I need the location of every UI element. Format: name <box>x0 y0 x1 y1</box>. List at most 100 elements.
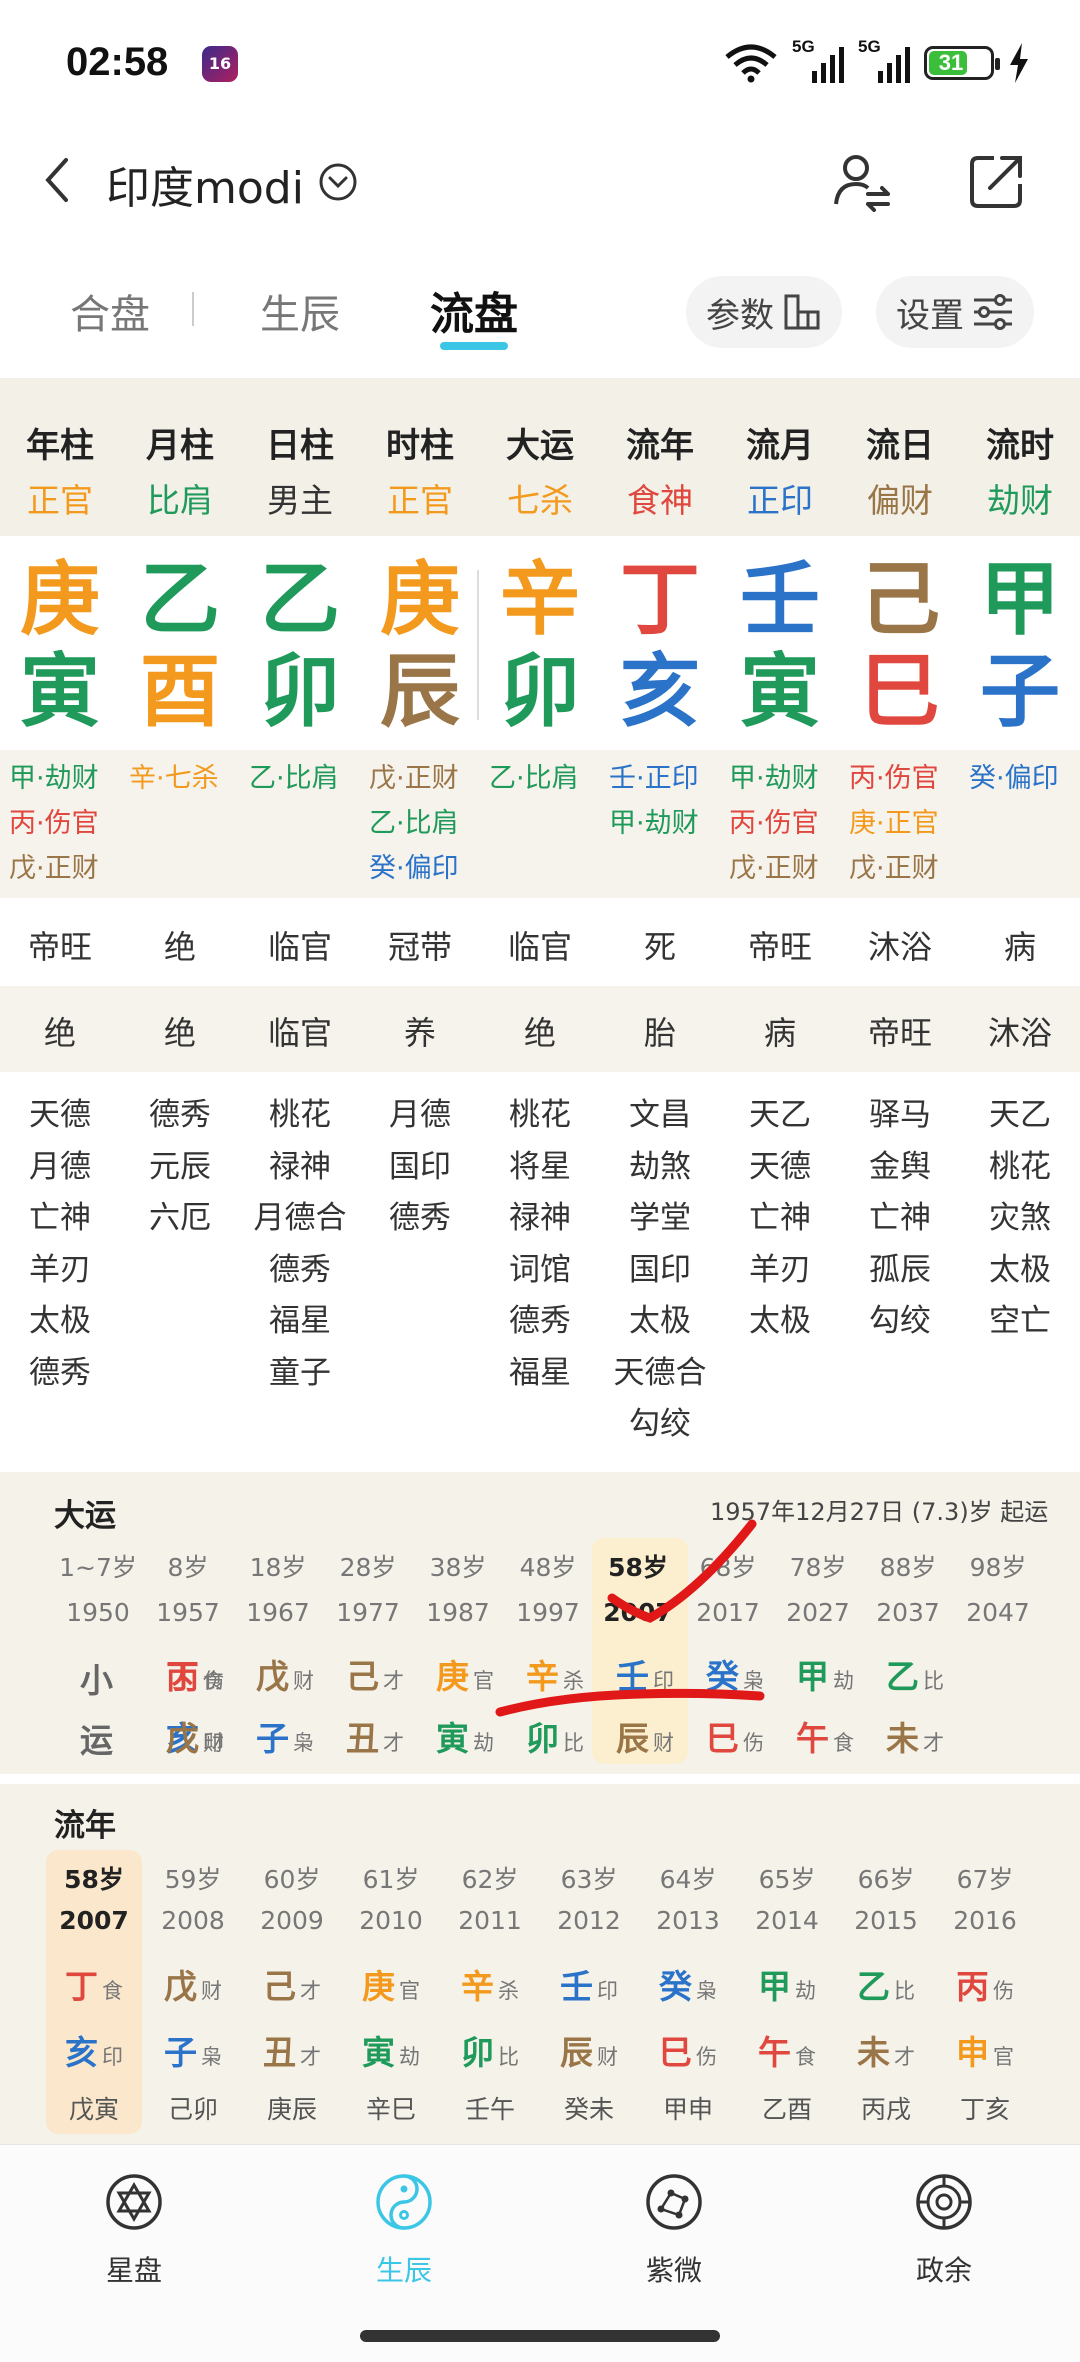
pillar-zhi[interactable]: 子 <box>960 646 1080 738</box>
shensha-item[interactable]: 德秀 <box>240 1245 360 1297</box>
liunian-gan[interactable]: 乙比 <box>840 1960 932 2008</box>
shensha-item[interactable]: 文昌 <box>600 1090 720 1142</box>
shensha-item[interactable]: 元辰 <box>120 1142 240 1194</box>
switch-user-icon[interactable] <box>832 152 892 212</box>
shensha-item[interactable]: 驿马 <box>840 1090 960 1142</box>
chevron-down-icon[interactable] <box>318 162 358 202</box>
liunian-age[interactable]: 63岁 <box>543 1860 635 1896</box>
liunian-zhi[interactable]: 未才 <box>840 2026 932 2074</box>
pillar-name[interactable]: 年柱 <box>0 418 120 467</box>
liunian-zhi[interactable]: 子枭 <box>147 2026 239 2074</box>
home-indicator[interactable] <box>360 2330 720 2342</box>
shensha-item[interactable]: 童子 <box>240 1348 360 1400</box>
tab-hepan[interactable]: 合盘 <box>70 282 150 340</box>
shensha-item[interactable]: 福星 <box>240 1296 360 1348</box>
dayun-item[interactable]: 48岁 1997 <box>503 1548 593 1627</box>
shensha-item[interactable]: 国印 <box>600 1245 720 1297</box>
liunian-age[interactable]: 58岁 <box>48 1860 140 1896</box>
shensha-item[interactable]: 国印 <box>360 1142 480 1194</box>
pillar-gan[interactable]: 甲 <box>960 554 1080 646</box>
pillar-name[interactable]: 时柱 <box>360 418 480 467</box>
liunian-gan[interactable]: 丙伤 <box>939 1960 1031 2008</box>
shensha-item[interactable]: 禄神 <box>240 1142 360 1194</box>
liunian-gan[interactable]: 甲劫 <box>741 1960 833 2008</box>
shensha-item[interactable]: 福星 <box>480 1348 600 1400</box>
shensha-item[interactable]: 桃花 <box>960 1142 1080 1194</box>
liunian-age[interactable]: 65岁 <box>741 1860 833 1896</box>
liunian-age[interactable]: 62岁 <box>444 1860 536 1896</box>
liunian-gan[interactable]: 丁食 <box>48 1960 140 2008</box>
pillar-name[interactable]: 流月 <box>720 418 840 467</box>
shensha-item[interactable]: 桃花 <box>240 1090 360 1142</box>
shensha-item[interactable]: 德秀 <box>120 1090 240 1142</box>
liunian-year[interactable]: 2012 <box>543 1906 635 1935</box>
nav-zhengyu[interactable]: 政余 <box>864 2173 1024 2289</box>
shensha-item[interactable]: 劫煞 <box>600 1142 720 1194</box>
liunian-zhi[interactable]: 丑才 <box>246 2026 338 2074</box>
shensha-item[interactable]: 桃花 <box>480 1090 600 1142</box>
dayun-item[interactable]: 18岁 1967 <box>233 1548 323 1627</box>
liunian-gan[interactable]: 戊财 <box>147 1960 239 2008</box>
nav-shengchen[interactable]: 生辰 <box>324 2173 484 2289</box>
pillar-zhi[interactable]: 寅 <box>0 646 120 738</box>
shensha-item[interactable]: 六厄 <box>120 1193 240 1245</box>
shensha-item[interactable]: 天乙 <box>960 1090 1080 1142</box>
liunian-gan[interactable]: 庚官 <box>345 1960 437 2008</box>
shensha-item[interactable]: 太极 <box>960 1245 1080 1297</box>
pillar-zhi[interactable]: 巳 <box>840 646 960 738</box>
liunian-gan[interactable]: 壬印 <box>543 1960 635 2008</box>
pillar-gan[interactable]: 庚 <box>0 554 120 646</box>
dayun-item[interactable]: 38岁 1987 <box>413 1548 503 1627</box>
liunian-zhi[interactable]: 寅劫 <box>345 2026 437 2074</box>
liunian-age[interactable]: 66岁 <box>840 1860 932 1896</box>
liunian-age[interactable]: 64岁 <box>642 1860 734 1896</box>
shensha-item[interactable]: 德秀 <box>480 1296 600 1348</box>
liunian-gan[interactable]: 辛杀 <box>444 1960 536 2008</box>
params-button[interactable]: 参数 <box>686 276 842 348</box>
pillar-name[interactable]: 大运 <box>480 418 600 467</box>
pillar-name[interactable]: 日柱 <box>240 418 360 467</box>
shensha-item[interactable]: 勾绞 <box>600 1399 720 1451</box>
pillar-gan[interactable]: 丁 <box>600 554 720 646</box>
liunian-zhi[interactable]: 卯比 <box>444 2026 536 2074</box>
dayun-item[interactable]: 98岁 2047 <box>953 1548 1043 1627</box>
nav-ziwei[interactable]: 紫微 <box>594 2173 754 2289</box>
pillar-zhi[interactable]: 寅 <box>720 646 840 738</box>
pillar-zhi[interactable]: 辰 <box>360 646 480 738</box>
pillar-gan[interactable]: 庚 <box>360 554 480 646</box>
pillar-zhi[interactable]: 亥 <box>600 646 720 738</box>
liunian-zhi[interactable]: 亥印 <box>48 2026 140 2074</box>
pillar-gan[interactable]: 壬 <box>720 554 840 646</box>
dayun-item[interactable]: 58岁 2007 <box>593 1548 683 1627</box>
shensha-item[interactable]: 德秀 <box>360 1193 480 1245</box>
shensha-item[interactable]: 太极 <box>600 1296 720 1348</box>
shensha-item[interactable]: 勾绞 <box>840 1296 960 1348</box>
nav-xingpan[interactable]: 星盘 <box>54 2173 214 2289</box>
shensha-item[interactable]: 词馆 <box>480 1245 600 1297</box>
shensha-item[interactable]: 天德 <box>0 1090 120 1142</box>
shensha-item[interactable]: 羊刃 <box>0 1245 120 1297</box>
shensha-item[interactable]: 羊刃 <box>720 1245 840 1297</box>
shensha-item[interactable]: 亡神 <box>0 1193 120 1245</box>
liunian-zhi[interactable]: 巳伤 <box>642 2026 734 2074</box>
liunian-year[interactable]: 2014 <box>741 1906 833 1935</box>
liunian-year[interactable]: 2011 <box>444 1906 536 1935</box>
dayun-item[interactable]: 88岁 2037 <box>863 1548 953 1627</box>
liunian-year[interactable]: 2009 <box>246 1906 338 1935</box>
liunian-gan[interactable]: 己才 <box>246 1960 338 2008</box>
pillar-name[interactable]: 流日 <box>840 418 960 467</box>
liunian-age[interactable]: 61岁 <box>345 1860 437 1896</box>
shensha-item[interactable]: 月德合 <box>240 1193 360 1245</box>
shensha-item[interactable]: 灾煞 <box>960 1193 1080 1245</box>
shensha-item[interactable]: 天德 <box>720 1142 840 1194</box>
shensha-item[interactable]: 学堂 <box>600 1193 720 1245</box>
liunian-year[interactable]: 2013 <box>642 1906 734 1935</box>
share-icon[interactable] <box>968 152 1026 210</box>
shensha-item[interactable]: 太极 <box>720 1296 840 1348</box>
pillar-gan[interactable]: 辛 <box>480 554 600 646</box>
pillar-name[interactable]: 流年 <box>600 418 720 467</box>
settings-button[interactable]: 设置 <box>876 276 1034 348</box>
pillar-name[interactable]: 月柱 <box>120 418 240 467</box>
liunian-zhi[interactable]: 辰财 <box>543 2026 635 2074</box>
liunian-age[interactable]: 60岁 <box>246 1860 338 1896</box>
